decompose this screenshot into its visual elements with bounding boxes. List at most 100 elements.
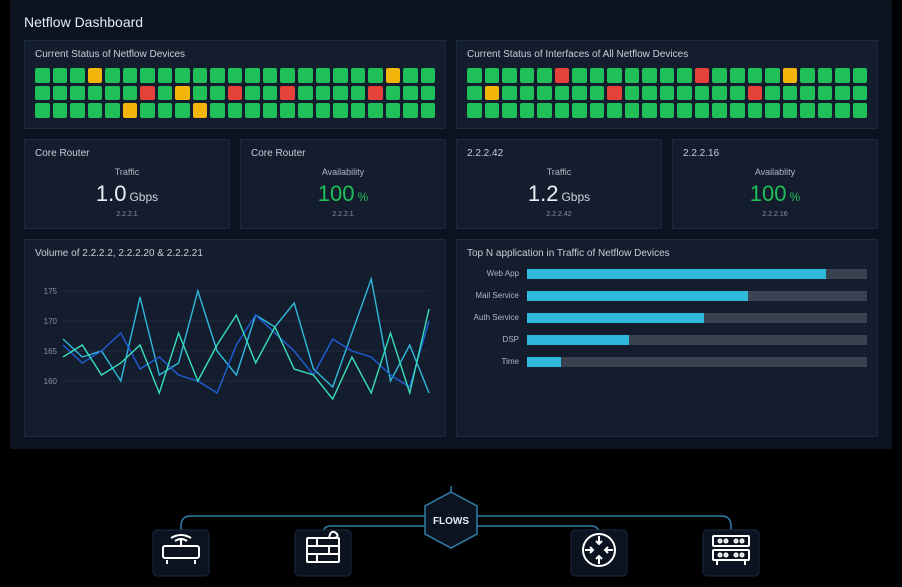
status-cell[interactable]: [316, 86, 331, 101]
status-cell[interactable]: [625, 103, 640, 118]
status-cell[interactable]: [70, 103, 85, 118]
status-cell[interactable]: [572, 68, 587, 83]
status-cell[interactable]: [158, 68, 173, 83]
status-cell[interactable]: [695, 103, 710, 118]
status-cell[interactable]: [485, 86, 500, 101]
status-cell[interactable]: [520, 68, 535, 83]
status-cell[interactable]: [818, 103, 833, 118]
status-cell[interactable]: [123, 86, 138, 101]
status-cell[interactable]: [660, 68, 675, 83]
status-cell[interactable]: [263, 68, 278, 83]
status-cell[interactable]: [537, 68, 552, 83]
status-cell[interactable]: [35, 86, 50, 101]
status-cell[interactable]: [193, 68, 208, 83]
status-cell[interactable]: [333, 103, 348, 118]
status-cell[interactable]: [158, 86, 173, 101]
status-cell[interactable]: [485, 68, 500, 83]
status-cell[interactable]: [590, 103, 605, 118]
status-cell[interactable]: [748, 86, 763, 101]
status-cell[interactable]: [280, 68, 295, 83]
status-cell[interactable]: [835, 86, 850, 101]
status-cell[interactable]: [193, 103, 208, 118]
status-cell[interactable]: [853, 68, 868, 83]
status-cell[interactable]: [70, 86, 85, 101]
status-cell[interactable]: [712, 86, 727, 101]
status-cell[interactable]: [263, 86, 278, 101]
status-cell[interactable]: [298, 103, 313, 118]
status-cell[interactable]: [210, 103, 225, 118]
status-cell[interactable]: [140, 68, 155, 83]
status-cell[interactable]: [835, 103, 850, 118]
status-cell[interactable]: [35, 68, 50, 83]
status-cell[interactable]: [625, 86, 640, 101]
status-cell[interactable]: [386, 103, 401, 118]
status-cell[interactable]: [572, 103, 587, 118]
status-cell[interactable]: [316, 103, 331, 118]
status-cell[interactable]: [386, 68, 401, 83]
status-cell[interactable]: [712, 68, 727, 83]
status-cell[interactable]: [818, 86, 833, 101]
status-cell[interactable]: [421, 86, 436, 101]
status-cell[interactable]: [228, 86, 243, 101]
status-cell[interactable]: [607, 68, 622, 83]
status-cell[interactable]: [333, 68, 348, 83]
status-cell[interactable]: [175, 103, 190, 118]
status-cell[interactable]: [765, 86, 780, 101]
status-cell[interactable]: [228, 68, 243, 83]
status-cell[interactable]: [800, 103, 815, 118]
status-cell[interactable]: [502, 68, 517, 83]
status-cell[interactable]: [158, 103, 173, 118]
status-cell[interactable]: [403, 68, 418, 83]
status-cell[interactable]: [853, 86, 868, 101]
status-cell[interactable]: [555, 103, 570, 118]
status-cell[interactable]: [625, 68, 640, 83]
status-cell[interactable]: [228, 103, 243, 118]
status-cell[interactable]: [748, 103, 763, 118]
status-cell[interactable]: [783, 68, 798, 83]
status-cell[interactable]: [368, 68, 383, 83]
status-cell[interactable]: [467, 68, 482, 83]
status-cell[interactable]: [403, 86, 418, 101]
status-cell[interactable]: [298, 86, 313, 101]
status-cell[interactable]: [853, 103, 868, 118]
status-cell[interactable]: [280, 86, 295, 101]
status-cell[interactable]: [800, 86, 815, 101]
status-cell[interactable]: [783, 86, 798, 101]
status-cell[interactable]: [245, 86, 260, 101]
status-cell[interactable]: [607, 103, 622, 118]
status-cell[interactable]: [730, 103, 745, 118]
status-cell[interactable]: [818, 68, 833, 83]
status-cell[interactable]: [695, 68, 710, 83]
status-cell[interactable]: [175, 86, 190, 101]
status-cell[interactable]: [660, 86, 675, 101]
status-cell[interactable]: [123, 68, 138, 83]
status-cell[interactable]: [53, 68, 68, 83]
status-cell[interactable]: [537, 86, 552, 101]
status-cell[interactable]: [730, 86, 745, 101]
status-cell[interactable]: [298, 68, 313, 83]
status-cell[interactable]: [210, 86, 225, 101]
status-cell[interactable]: [555, 86, 570, 101]
status-cell[interactable]: [403, 103, 418, 118]
status-cell[interactable]: [105, 103, 120, 118]
status-cell[interactable]: [88, 86, 103, 101]
status-cell[interactable]: [351, 86, 366, 101]
status-cell[interactable]: [316, 68, 331, 83]
status-cell[interactable]: [607, 86, 622, 101]
status-cell[interactable]: [590, 68, 605, 83]
status-cell[interactable]: [280, 103, 295, 118]
status-cell[interactable]: [765, 103, 780, 118]
status-cell[interactable]: [642, 68, 657, 83]
status-cell[interactable]: [421, 103, 436, 118]
status-cell[interactable]: [642, 86, 657, 101]
status-cell[interactable]: [105, 86, 120, 101]
status-cell[interactable]: [333, 86, 348, 101]
status-cell[interactable]: [502, 86, 517, 101]
status-cell[interactable]: [35, 103, 50, 118]
status-cell[interactable]: [245, 68, 260, 83]
status-cell[interactable]: [351, 68, 366, 83]
status-cell[interactable]: [572, 86, 587, 101]
status-cell[interactable]: [485, 103, 500, 118]
status-cell[interactable]: [748, 68, 763, 83]
status-cell[interactable]: [368, 86, 383, 101]
